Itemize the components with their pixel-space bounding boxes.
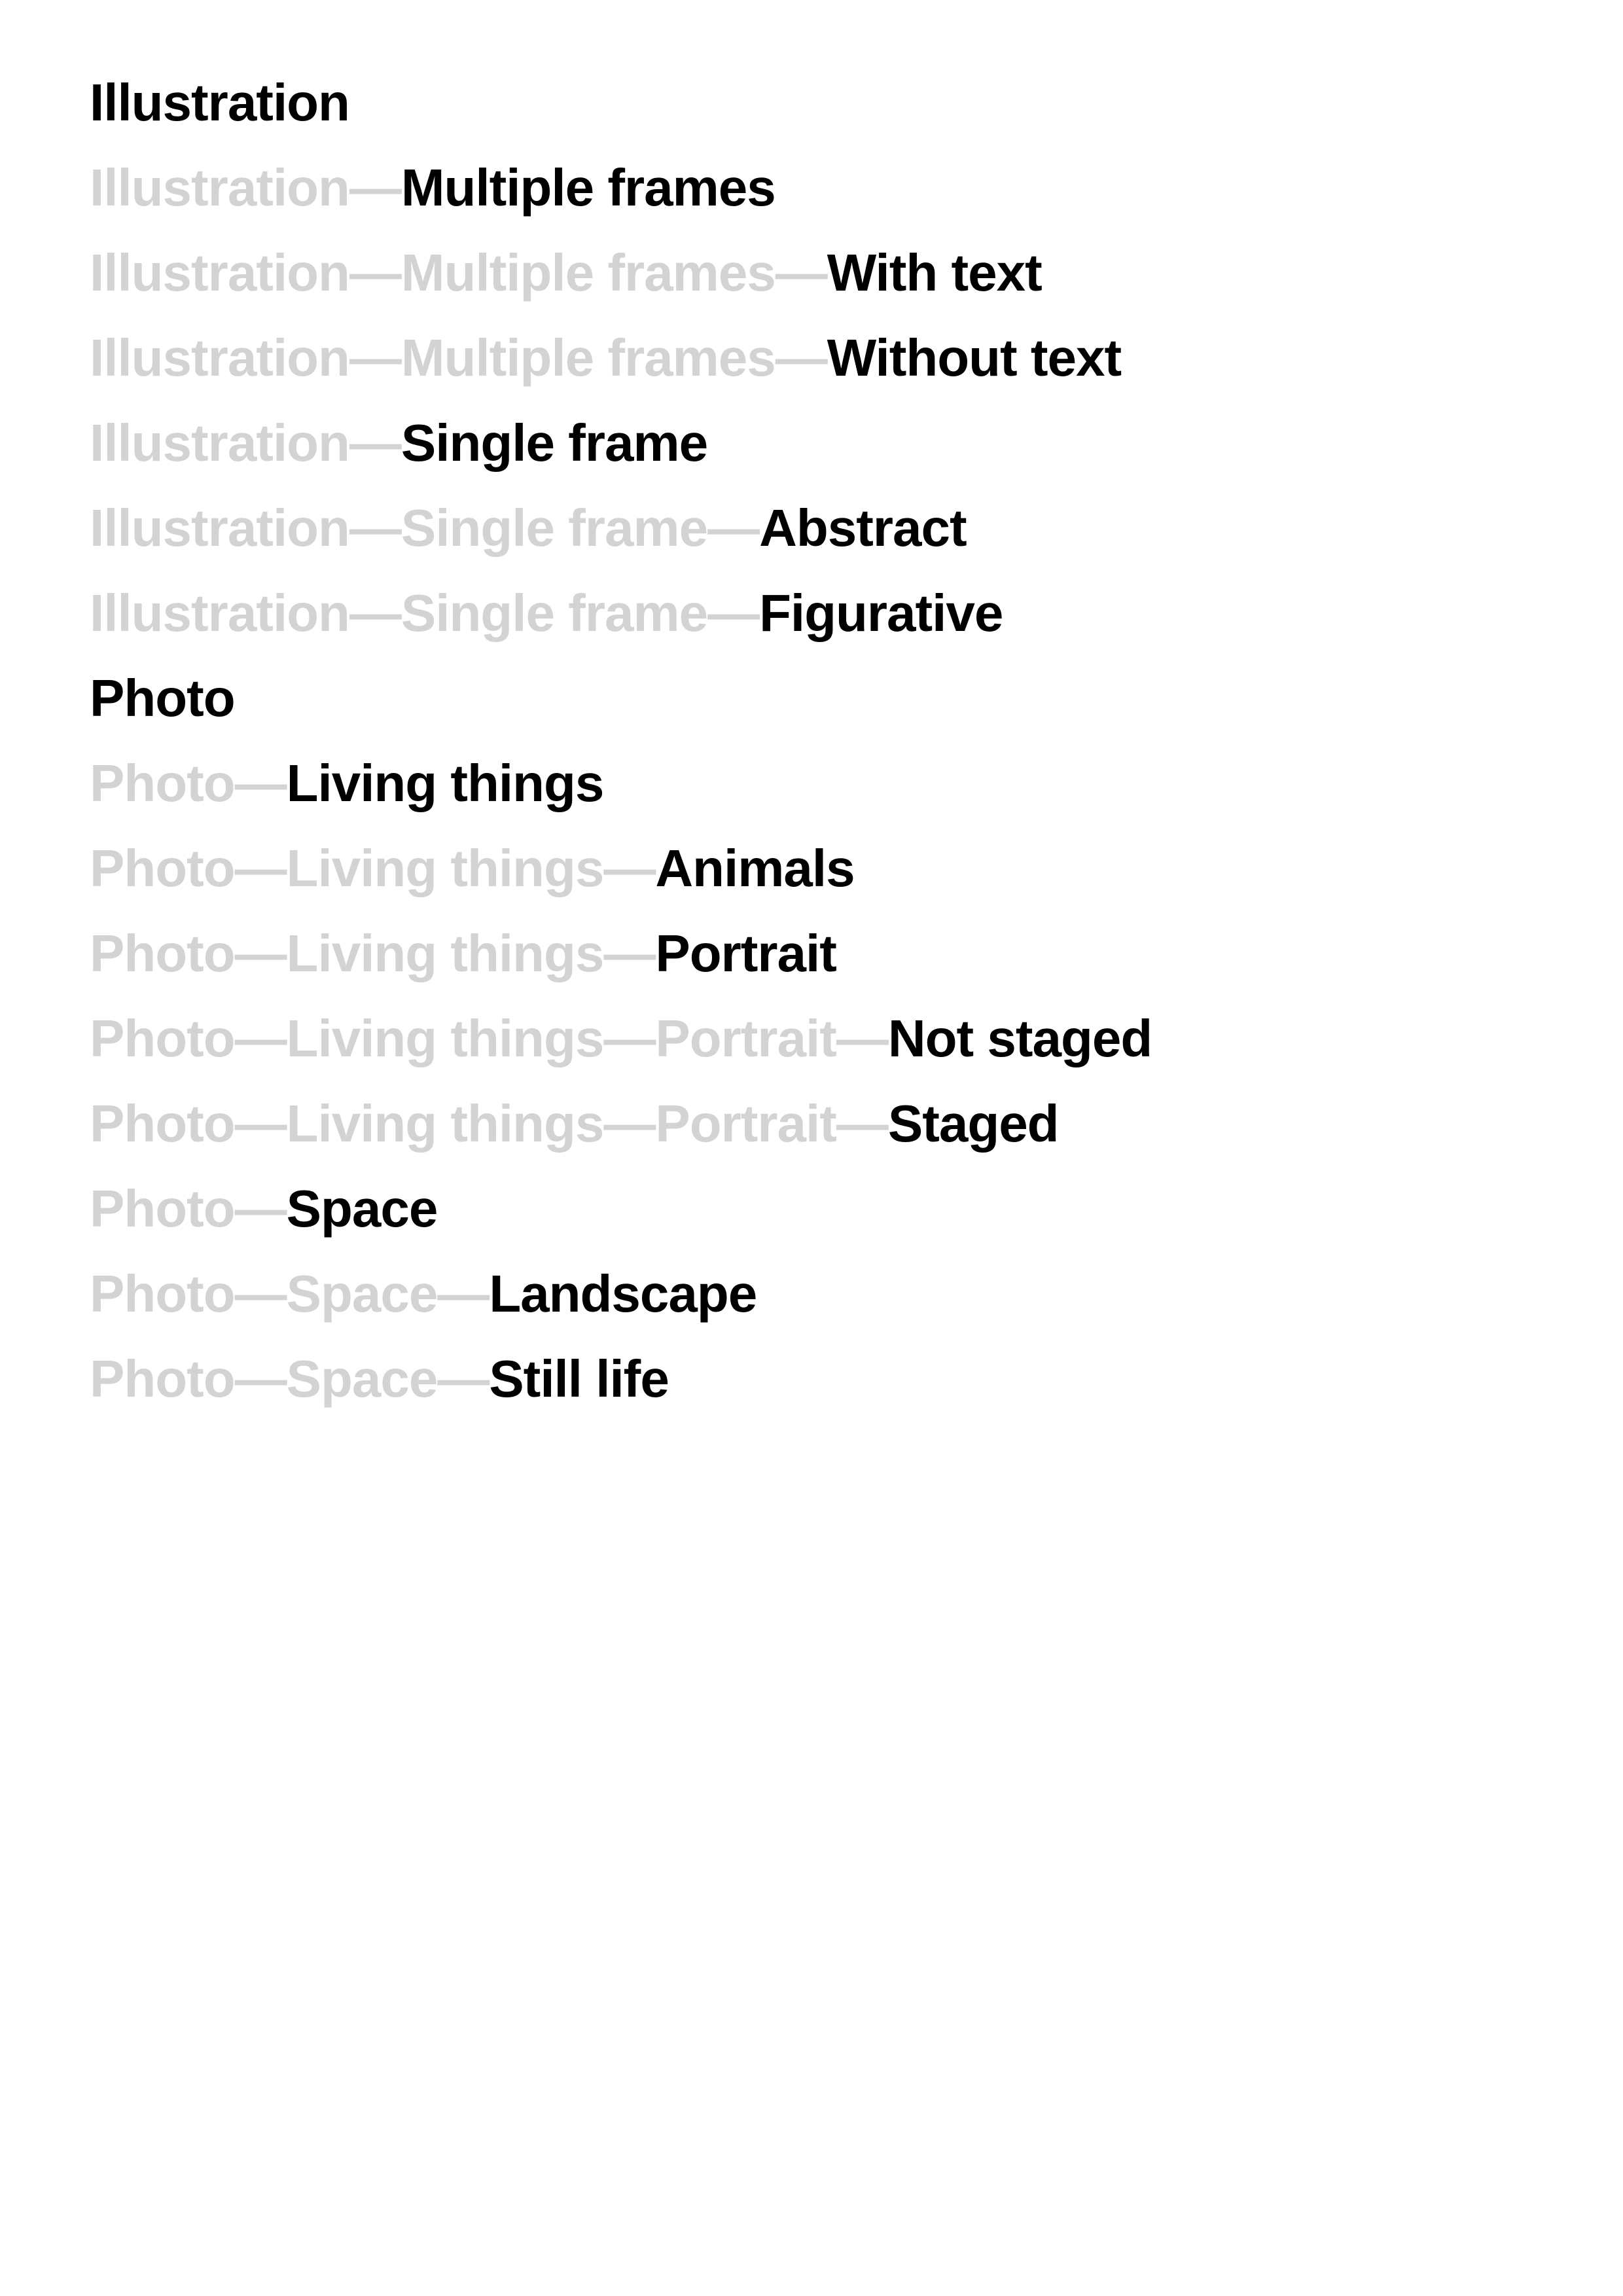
tree-row: Illustration—Single frame—Abstract <box>90 486 1152 571</box>
ancestor-path: Illustration— <box>90 158 402 217</box>
ancestor-path: Photo—Living things— <box>90 924 656 982</box>
category-tree: Illustration Illustration—Multiple frame… <box>90 60 1152 1422</box>
tree-row: Photo—Living things—Portrait—Not staged <box>90 996 1152 1081</box>
tree-row: Photo—Space <box>90 1166 1152 1251</box>
leaf-label: Landscape <box>489 1265 757 1323</box>
ancestor-path: Photo— <box>90 1179 287 1238</box>
ancestor-path: Photo— <box>90 754 287 812</box>
leaf-label: Abstract <box>759 499 967 557</box>
tree-row: Illustration—Single frame <box>90 401 1152 486</box>
tree-row: Photo—Living things <box>90 741 1152 826</box>
tree-row: Photo—Living things—Animals <box>90 826 1152 911</box>
leaf-label: Illustration <box>90 73 350 132</box>
leaf-label: Staged <box>887 1094 1060 1153</box>
leaf-label: Portrait <box>655 924 836 982</box>
document-page: Illustration Illustration—Multiple frame… <box>0 0 1623 2296</box>
leaf-label: Photo <box>90 669 236 727</box>
tree-row: Illustration—Multiple frames—Without tex… <box>90 315 1152 401</box>
tree-row: Photo—Space—Landscape <box>90 1251 1152 1336</box>
ancestor-path: Photo—Space— <box>90 1350 490 1408</box>
ancestor-path: Photo—Living things— <box>90 839 656 897</box>
ancestor-path: Illustration—Single frame— <box>90 499 760 557</box>
leaf-label: With text <box>827 243 1043 302</box>
leaf-label: Not staged <box>887 1009 1152 1067</box>
ancestor-path: Photo—Space— <box>90 1265 490 1323</box>
ancestor-path: Illustration—Multiple frames— <box>90 243 828 302</box>
leaf-label: Living things <box>286 754 605 812</box>
ancestor-path: Illustration—Single frame— <box>90 584 760 642</box>
ancestor-path: Photo—Living things—Portrait— <box>90 1009 889 1067</box>
tree-row: Illustration—Multiple frames <box>90 145 1152 230</box>
leaf-label: Space <box>286 1179 438 1238</box>
leaf-label: Single frame <box>401 414 708 472</box>
tree-row: Photo—Living things—Portrait <box>90 911 1152 996</box>
leaf-label: Without text <box>827 329 1122 387</box>
tree-row: Photo—Space—Still life <box>90 1336 1152 1422</box>
tree-row: Photo <box>90 656 1152 741</box>
leaf-label: Animals <box>655 839 855 897</box>
leaf-label: Multiple frames <box>401 158 776 217</box>
leaf-label: Figurative <box>759 584 1003 642</box>
ancestor-path: Illustration— <box>90 414 402 472</box>
tree-row: Illustration <box>90 60 1152 145</box>
leaf-label: Still life <box>489 1350 669 1408</box>
tree-row: Illustration—Multiple frames—With text <box>90 230 1152 315</box>
ancestor-path: Photo—Living things—Portrait— <box>90 1094 889 1153</box>
ancestor-path: Illustration—Multiple frames— <box>90 329 828 387</box>
tree-row: Photo—Living things—Portrait—Staged <box>90 1081 1152 1166</box>
tree-row: Illustration—Single frame—Figurative <box>90 571 1152 656</box>
